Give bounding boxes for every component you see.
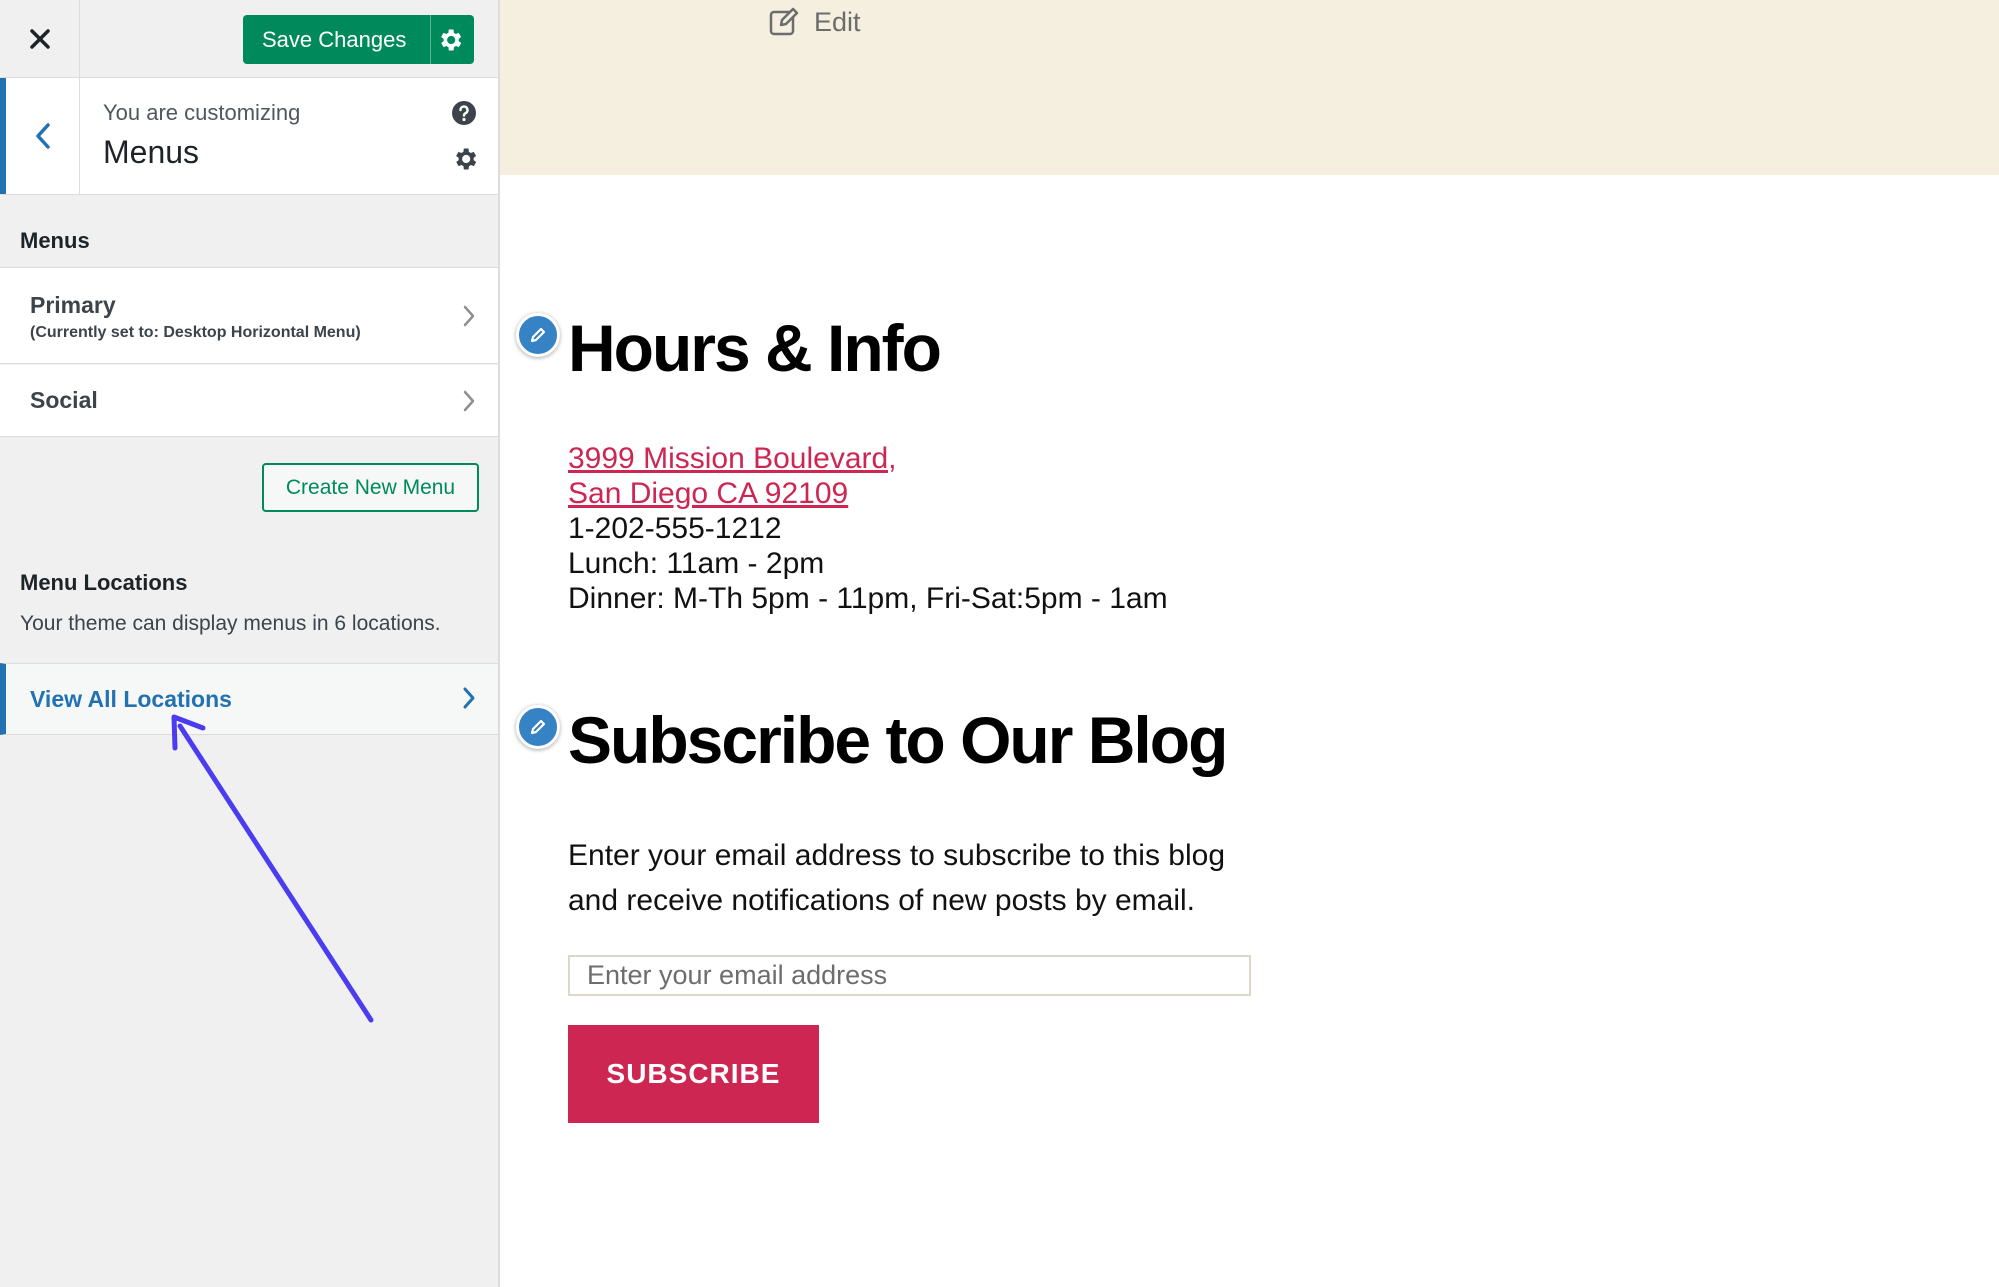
pencil-icon (530, 719, 546, 735)
menu-locations-title: Menu Locations (20, 570, 188, 595)
save-button-divider (430, 15, 431, 64)
close-button[interactable] (0, 0, 80, 78)
customizer-header: Save Changes (0, 0, 498, 78)
gear-icon[interactable] (451, 145, 479, 173)
pencil-icon (530, 327, 546, 343)
site-header-band: Edit (500, 0, 1999, 175)
menu-item-name: Social (30, 387, 98, 413)
menu-item-sub: (Currently set to: Desktop Horizontal Me… (30, 324, 361, 341)
hours-info-block: 3999 Mission Boulevard, San Diego CA 921… (568, 441, 1168, 616)
chevron-left-icon (35, 123, 50, 149)
subscribe-button[interactable]: SUBSCRIBE (568, 1025, 819, 1123)
edit-label: Edit (814, 6, 861, 37)
hours-info-heading: Hours & Info (568, 311, 942, 385)
subscribe-heading: Subscribe to Our Blog (568, 703, 1228, 777)
menus-section-title: Menus (20, 228, 90, 253)
save-changes-button[interactable]: Save Changes (243, 15, 474, 64)
edit-link[interactable]: Edit (768, 6, 861, 38)
chevron-right-icon (463, 687, 475, 709)
menu-item-primary[interactable]: Primary (Currently set to: Desktop Horiz… (0, 267, 498, 364)
dinner-hours: Dinner: M-Th 5pm - 11pm, Fri-Sat:5pm - 1… (568, 582, 1168, 615)
customizer-sidebar: Save Changes You are customizing Menus M… (0, 0, 500, 1287)
help-icon[interactable] (451, 100, 477, 126)
view-all-locations-label: View All Locations (30, 686, 232, 712)
site-preview: Edit Hours & Info 3999 Mission Boulevard… (500, 0, 1999, 1287)
publish-settings-icon[interactable] (436, 26, 464, 54)
close-icon (29, 29, 50, 49)
email-field[interactable] (568, 955, 1251, 996)
edit-widget-shortcut[interactable] (516, 313, 560, 357)
edit-widget-shortcut[interactable] (516, 705, 560, 749)
customizing-label: You are customizing (103, 100, 301, 125)
back-button[interactable] (0, 78, 80, 194)
menu-item-social[interactable]: Social (0, 365, 498, 437)
create-new-menu-button[interactable]: Create New Menu (262, 463, 479, 512)
panel-title: Menus (103, 134, 200, 170)
chevron-right-icon (463, 390, 475, 412)
menu-item-name: Primary (30, 292, 116, 318)
save-changes-label: Save Changes (262, 26, 407, 52)
customizing-panel-header: You are customizing Menus (0, 78, 498, 195)
address-link-line1[interactable]: 3999 Mission Boulevard, (568, 441, 1168, 476)
chevron-right-icon (463, 305, 475, 327)
lunch-hours: Lunch: 11am - 2pm (568, 547, 825, 580)
menu-locations-description: Your theme can display menus in 6 locati… (20, 612, 441, 635)
view-all-locations-button[interactable]: View All Locations (0, 663, 498, 735)
edit-icon (769, 7, 799, 36)
subscribe-description: Enter your email address to subscribe to… (568, 839, 1225, 917)
address-link-line2[interactable]: San Diego CA 92109 (568, 476, 1168, 511)
phone-number: 1-202-555-1212 (568, 512, 782, 545)
